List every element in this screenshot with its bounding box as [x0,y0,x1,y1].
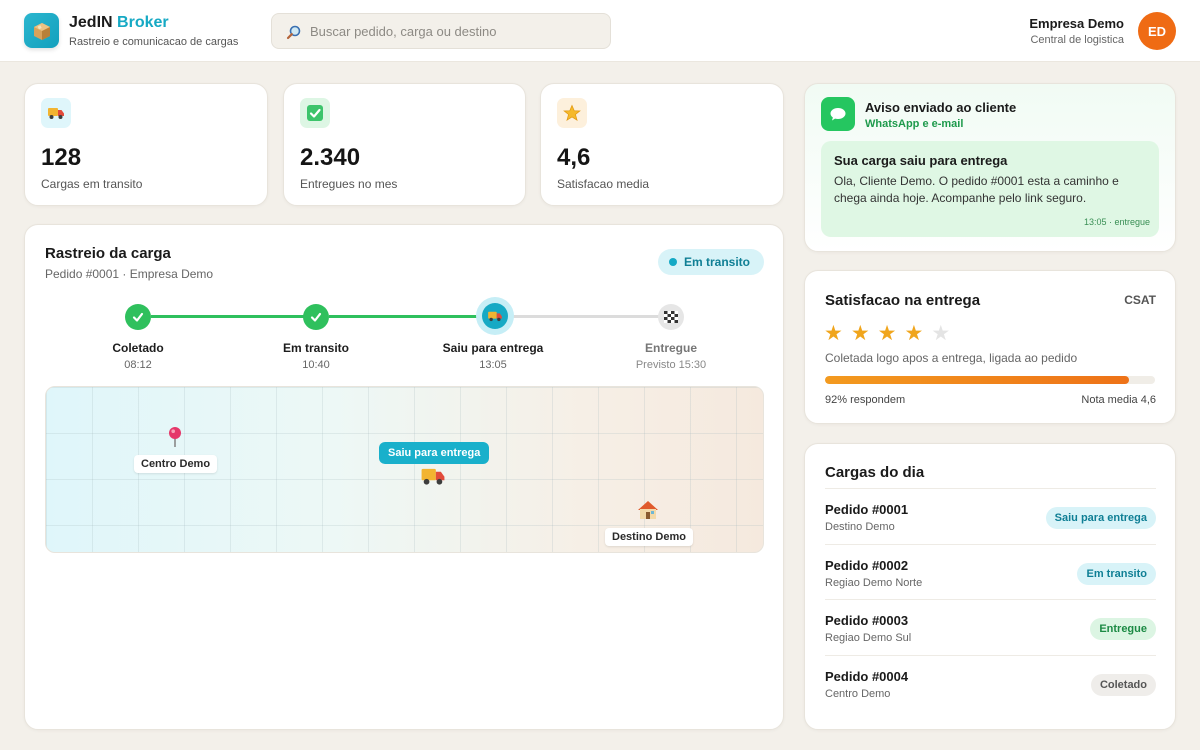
brand-accent: Broker [117,14,169,31]
route-map[interactable]: Centro Demo Saiu para entrega Destino De… [45,386,764,553]
tracking-subtitle: Pedido #0001 · Empresa Demo [45,267,214,281]
notification-card: Aviso enviado ao cliente WhatsApp e e-ma… [804,83,1176,252]
list-item[interactable]: Pedido #0002 Regiao Demo Norte Em transi… [825,544,1156,600]
stat-value: 128 [41,144,82,171]
company-info: Empresa Demo Central de logistica [1029,16,1124,46]
star-filled-icon: ★ [877,322,897,345]
brand-title: JedIN Broker [69,14,169,32]
message-time: 13:05 · entregue [1083,217,1150,227]
stat-card-transit: 128 Cargas em transito [24,83,268,206]
timeline-step-out-for-delivery[interactable] [476,297,514,335]
truck-icon [41,98,71,128]
star-icon [557,98,587,128]
status-badge: Coletado [1090,674,1156,696]
timeline-step-time: 10:40 [302,359,330,371]
map-vehicle-label: Saiu para entrega [379,442,490,464]
search-box[interactable] [271,13,611,49]
stat-value: 4,6 [557,144,591,171]
star-filled-icon: ★ [850,322,870,345]
notification-title: Aviso enviado ao cliente [865,100,1017,115]
load-id: Pedido #0004 [825,669,909,684]
package-icon [33,22,50,40]
timeline-step-label: Entregue [644,341,697,355]
load-destination: Centro Demo [825,688,891,700]
status-badge: Entregue [1090,618,1156,640]
timeline-step-label: Coletado [112,341,164,355]
star-filled-icon: ★ [824,322,843,345]
load-id: Pedido #0002 [825,558,909,573]
status-dot-icon [668,258,677,266]
response-rate-text: 92% respondem [825,394,906,406]
satisfaction-description: Coletada logo apos a entrega, ligada ao … [825,351,1078,365]
map-destination-label: Destino Demo [605,528,693,546]
checkmark-icon [132,312,144,322]
app-logo[interactable] [24,13,59,48]
brand-name: JedIN [69,14,113,31]
house-icon [638,501,658,519]
brand-subtitle: Rastreio e comunicacao de cargas [69,36,239,48]
load-destination: Regiao Demo Sul [825,632,912,644]
message-bubble: Sua carga saiu para entrega Ola, Cliente… [821,141,1159,237]
stat-card-satisfaction: 4,6 Satisfacao media [540,83,784,206]
timeline-step-collected[interactable] [125,304,151,330]
satisfaction-tag: CSAT [1124,293,1156,307]
checkmark-icon [310,312,322,322]
load-id: Pedido #0001 [825,502,909,517]
truck-icon [421,468,445,485]
timeline-step-time: 13:05 [479,359,507,371]
star-empty-icon: ★ [931,322,951,345]
stat-card-delivered: 2.340 Entregues no mes [283,83,526,206]
loads-title: Cargas do dia [825,464,925,481]
satisfaction-title: Satisfacao na entrega [825,292,981,309]
satisfaction-card: Satisfacao na entrega CSAT ★ ★ ★ ★ ★ Coletad… [804,270,1176,424]
timeline-segment-pending [507,315,659,318]
loads-card: Cargas do dia Pedido #0001 Destino Demo … [804,443,1176,730]
list-item[interactable]: Pedido #0003 Regiao Demo Sul Entregue [825,599,1156,655]
message-body: Ola, Cliente Demo. O pedido #0001 esta a… [834,174,1119,205]
map-pin-icon [169,427,181,447]
timeline-segment-done [329,315,479,318]
tracking-title: Rastreio da carga [45,245,171,262]
response-rate-bar [825,376,1155,384]
tracking-card: Rastreio da carga Pedido #0001 · Empresa… [24,224,784,730]
map-origin-label: Centro Demo [134,455,218,473]
checkered-flag-icon [664,311,678,323]
avatar[interactable]: ED [1138,12,1176,50]
response-rate-fill [825,376,1129,384]
company-subtitle: Central de logistica [1030,34,1124,46]
timeline-segment-done [151,315,313,318]
timeline-step-label: Em transito [282,341,349,355]
check-icon [300,98,330,128]
top-header: JedIN Broker Rastreio e comunicacao de c… [0,0,1200,62]
load-destination: Destino Demo [825,521,895,533]
timeline-step-time: 08:12 [124,359,152,371]
search-icon [286,25,301,40]
stat-label: Entregues no mes [300,177,398,191]
stat-value: 2.340 [300,144,361,171]
status-badge: Em transito [1077,563,1156,585]
timeline-step-delivered[interactable] [658,304,684,330]
average-rating-text: Nota media 4,6 [1081,394,1156,406]
message-icon [821,97,855,131]
search-input[interactable] [310,14,600,48]
timeline-step-label: Saiu para entrega [442,341,544,355]
status-badge-label: Em transito [683,255,750,269]
load-id: Pedido #0003 [825,613,909,628]
stat-label: Cargas em transito [41,177,143,191]
status-badge: Saiu para entrega [1045,507,1156,529]
timeline-step-transit[interactable] [303,304,329,330]
company-name: Empresa Demo [1029,16,1124,31]
status-badge: Em transito [657,249,764,275]
notification-channel: WhatsApp e e-mail [865,118,964,130]
load-destination: Regiao Demo Norte [825,577,923,589]
list-item[interactable]: Pedido #0004 Centro Demo Coletado [825,655,1156,711]
list-item[interactable]: Pedido #0001 Destino Demo Saiu para entr… [825,488,1156,544]
stat-label: Satisfacao media [557,177,650,191]
truck-icon [488,311,502,322]
timeline-step-time: Previsto 15:30 [635,359,707,371]
star-rating: ★ ★ ★ ★ ★ [824,323,950,345]
star-filled-icon: ★ [904,322,924,345]
message-title: Sua carga saiu para entrega [834,153,1008,168]
